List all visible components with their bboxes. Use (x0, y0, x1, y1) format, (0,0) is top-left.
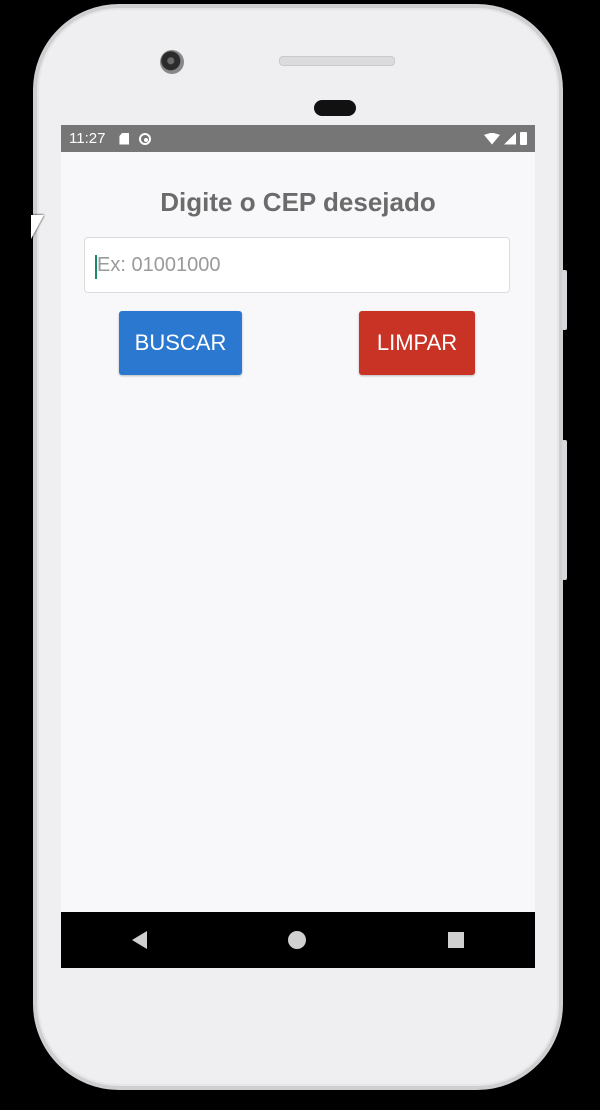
sync-icon (139, 132, 152, 145)
battery-icon (520, 132, 527, 145)
status-icons-right (484, 132, 527, 145)
clear-button[interactable]: LIMPAR (359, 311, 475, 375)
search-button[interactable]: BUSCAR (119, 311, 242, 375)
volume-button (562, 270, 567, 330)
mouse-pointer-icon (31, 215, 44, 239)
cep-input[interactable] (84, 237, 510, 293)
navigation-bar (61, 912, 535, 968)
wifi-icon (484, 132, 500, 145)
home-icon[interactable] (288, 931, 307, 949)
sd-card-icon (119, 132, 130, 145)
signal-icon (504, 132, 516, 145)
status-bar: 11:27 (61, 125, 535, 152)
text-caret (95, 255, 97, 279)
page-title: Digite o CEP desejado (160, 187, 436, 217)
recents-icon[interactable] (448, 932, 465, 948)
back-icon[interactable] (131, 931, 147, 949)
front-camera (160, 50, 184, 74)
proximity-sensor (314, 100, 356, 116)
power-button (562, 440, 567, 580)
earpiece-speaker (279, 56, 395, 66)
device-screen: 11:27 Digite o CEP desejado BUSCAR LIMPA… (61, 125, 535, 968)
status-time: 11:27 (69, 130, 106, 147)
